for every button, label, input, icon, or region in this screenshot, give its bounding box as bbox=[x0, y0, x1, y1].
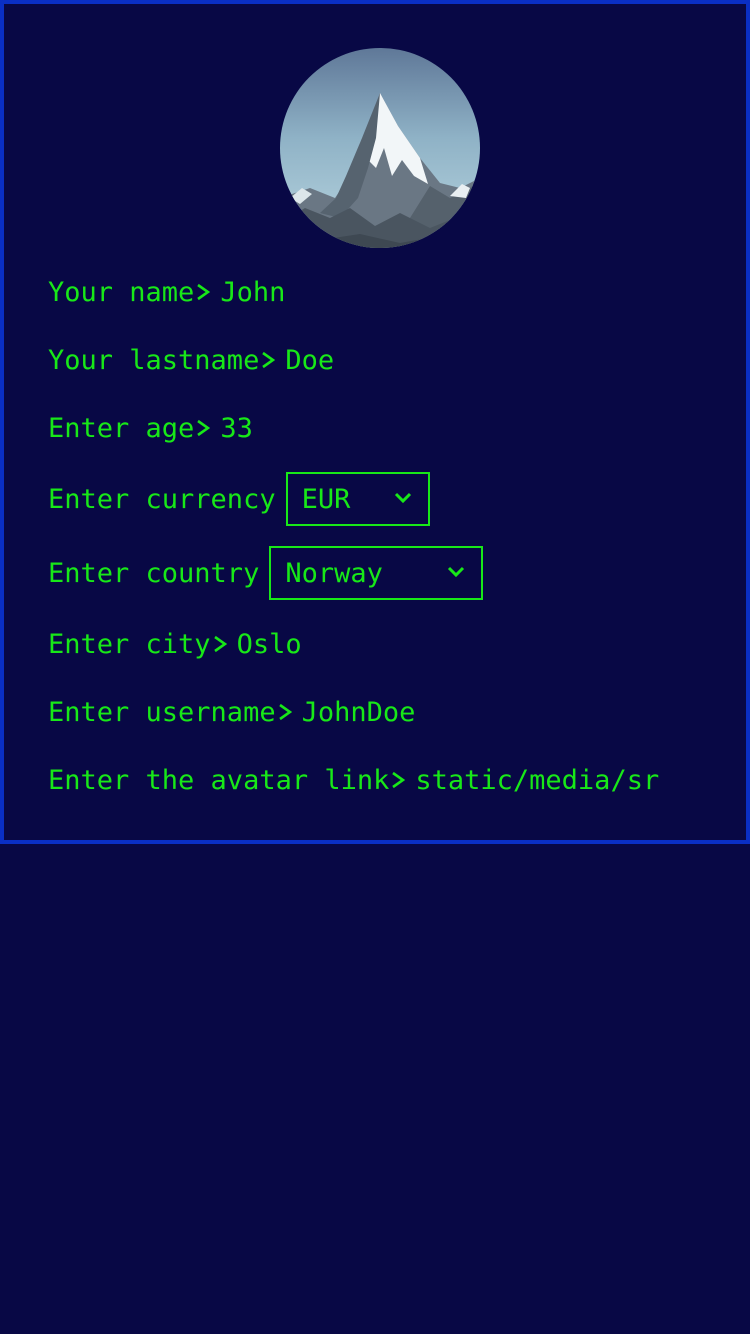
avatar bbox=[280, 48, 480, 248]
prompt-caret-icon bbox=[196, 281, 211, 303]
prompt-caret-icon bbox=[391, 769, 406, 791]
city-row: Enter city Oslo bbox=[48, 624, 302, 664]
mountain-avatar-image bbox=[280, 48, 480, 248]
name-value[interactable]: John bbox=[220, 277, 285, 308]
city-label: Enter city bbox=[48, 628, 211, 660]
city-value[interactable]: Oslo bbox=[237, 629, 302, 660]
name-label: Your name bbox=[48, 276, 195, 308]
country-label: Enter country bbox=[48, 557, 260, 589]
chevron-down-icon bbox=[394, 492, 411, 504]
age-row: Enter age 33 bbox=[48, 408, 253, 448]
name-row: Your name John bbox=[48, 272, 285, 312]
prompt-caret-icon bbox=[213, 633, 227, 655]
currency-selected-value: EUR bbox=[301, 483, 351, 515]
username-row: Enter username JohnDoe bbox=[48, 692, 415, 732]
avatar-link-row: Enter the avatar link static/media/sr bbox=[48, 760, 659, 800]
country-row: Enter country Norway bbox=[48, 546, 484, 600]
lastname-value[interactable]: Doe bbox=[285, 345, 334, 376]
prompt-caret-icon bbox=[278, 701, 292, 723]
chevron-down-icon bbox=[448, 566, 465, 578]
profile-form-panel: Your name John Your lastname Doe Enter a… bbox=[0, 0, 750, 844]
avatar-link-value[interactable]: static/media/sr bbox=[415, 765, 659, 796]
prompt-caret-icon bbox=[196, 417, 211, 439]
username-label: Enter username bbox=[48, 696, 276, 728]
country-select[interactable]: Norway bbox=[269, 546, 484, 600]
age-label: Enter age bbox=[48, 412, 195, 444]
currency-row: Enter currency EUR bbox=[48, 472, 430, 526]
avatar-link-label: Enter the avatar link bbox=[48, 764, 390, 796]
lastname-label: Your lastname bbox=[48, 344, 260, 376]
country-selected-value: Norway bbox=[285, 557, 383, 589]
currency-select[interactable]: EUR bbox=[285, 472, 430, 526]
username-value[interactable]: JohnDoe bbox=[302, 697, 416, 728]
age-value[interactable]: 33 bbox=[220, 413, 253, 444]
lastname-row: Your lastname Doe bbox=[48, 340, 334, 380]
prompt-caret-icon bbox=[261, 349, 276, 371]
currency-label: Enter currency bbox=[48, 483, 276, 515]
